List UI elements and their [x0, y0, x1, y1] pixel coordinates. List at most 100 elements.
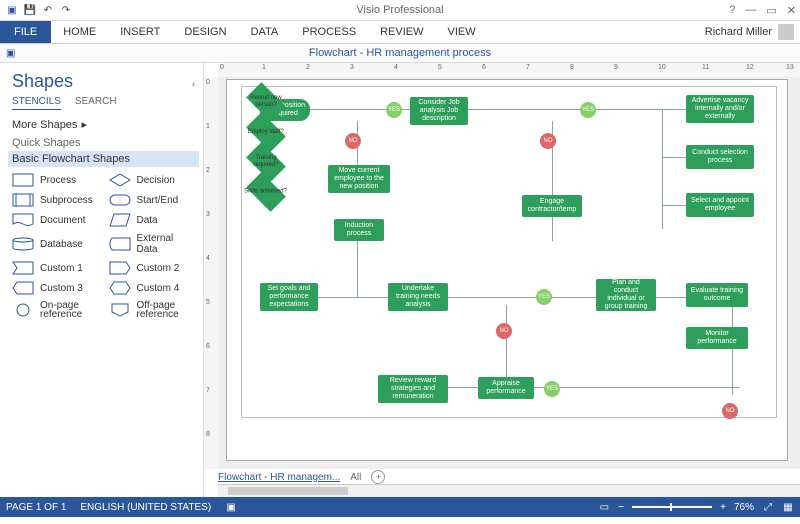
drawing-page[interactable]: New position required Recruit new person… [226, 79, 788, 461]
main: Shapes ‹ STENCILS SEARCH More Shapes ▸ Q… [0, 63, 800, 497]
node-plan-conduct[interactable]: Plan and conduct individual or group tra… [596, 279, 656, 311]
ruler-tick: 8 [570, 64, 574, 71]
tab-process[interactable]: PROCESS [290, 21, 368, 43]
zoom-out-button[interactable]: − [618, 502, 624, 513]
save-button[interactable]: 💾 [22, 2, 38, 18]
node-conduct-selection[interactable]: Conduct selection process [686, 145, 754, 169]
shape-data[interactable]: Data [109, 213, 196, 227]
status-left: PAGE 1 OF 1 ENGLISH (UNITED STATES) ▣ [6, 501, 237, 513]
shape-document[interactable]: Document [12, 213, 99, 227]
ruler-tick: 6 [206, 343, 210, 350]
shape-external-data[interactable]: External Data [109, 233, 196, 255]
shape-decision[interactable]: Decision [109, 173, 196, 187]
node-induction[interactable]: Induction process [334, 219, 384, 241]
ruler-tick: 6 [482, 64, 486, 71]
connector [732, 305, 733, 395]
node-move-employee[interactable]: Move current employee to the new positio… [328, 165, 390, 193]
tab-insert[interactable]: INSERT [108, 21, 172, 43]
page-tab-all[interactable]: All [350, 472, 361, 483]
presentation-mode-icon[interactable]: ▭ [598, 501, 610, 513]
quick-shapes-heading[interactable]: Quick Shapes [12, 137, 195, 149]
tab-search[interactable]: SEARCH [75, 96, 117, 110]
shapes-panel: Shapes ‹ STENCILS SEARCH More Shapes ▸ Q… [0, 63, 204, 497]
horizontal-scrollbar[interactable] [218, 484, 800, 497]
page-indicator[interactable]: PAGE 1 OF 1 [6, 502, 66, 513]
quick-access-toolbar: ▣ 💾 ↶ ↷ [0, 2, 74, 18]
shape-subprocess[interactable]: Subprocess [12, 193, 99, 207]
canvas-area: 0 1 2 3 4 5 6 7 8 9 10 11 12 13 0 1 2 3 … [204, 63, 800, 497]
zoom-in-button[interactable]: + [720, 502, 726, 513]
avatar [778, 24, 794, 40]
minimize-button[interactable]: — [745, 4, 756, 17]
ruler-tick: 3 [350, 64, 354, 71]
badge-yes: YES [544, 381, 560, 397]
node-monitor[interactable]: Monitor performance [686, 327, 748, 349]
node-evaluate-training[interactable]: Evaluate training outcome [686, 283, 748, 307]
document-header: ▣ Flowchart - HR management process [0, 44, 800, 63]
tab-stencils[interactable]: STENCILS [12, 96, 61, 110]
redo-button[interactable]: ↷ [58, 2, 74, 18]
connector [410, 387, 740, 388]
node-training-decision[interactable]: Training required? [242, 147, 290, 177]
more-shapes-link[interactable]: More Shapes ▸ [12, 118, 195, 131]
close-button[interactable]: ✕ [787, 4, 796, 17]
shape-start-end[interactable]: Start/End [109, 193, 196, 207]
custom2-icon [109, 261, 131, 275]
help-button[interactable]: ? [729, 4, 735, 17]
user-area[interactable]: Richard Miller [705, 24, 794, 40]
fit-page-icon[interactable]: ⤢ [762, 501, 774, 513]
custom4-icon [109, 281, 131, 295]
shape-custom2[interactable]: Custom 2 [109, 261, 196, 275]
node-consider[interactable]: Consider Job analysis Job description [410, 97, 468, 125]
shape-custom3[interactable]: Custom 3 [12, 281, 99, 295]
tab-review[interactable]: REVIEW [368, 21, 435, 43]
node-select-appoint[interactable]: Select and appoint employee [686, 193, 754, 217]
tab-home[interactable]: HOME [51, 21, 108, 43]
node-skills-decision[interactable]: Skills achieved? [242, 177, 290, 207]
node-undertake[interactable]: Undertake training needs analysis [388, 283, 448, 311]
canvas[interactable]: New position required Recruit new person… [218, 77, 800, 469]
onpage-ref-icon [12, 303, 34, 317]
scrollbar-thumb[interactable] [228, 487, 348, 495]
tab-data[interactable]: DATA [239, 21, 291, 43]
node-review-reward[interactable]: Review reward strategies and remuneratio… [378, 375, 448, 403]
page-tab-active[interactable]: Flowchart - HR managem... [218, 472, 340, 483]
shape-database[interactable]: Database [12, 233, 99, 255]
language-indicator[interactable]: ENGLISH (UNITED STATES) [80, 502, 211, 513]
shape-onpage-ref[interactable]: On-page reference [12, 301, 99, 319]
add-page-button[interactable]: + [371, 470, 385, 484]
shape-grid: Process Decision Subprocess Start/End Do… [12, 173, 195, 319]
tab-view[interactable]: VIEW [435, 21, 487, 43]
custom1-icon [12, 261, 34, 275]
pan-zoom-icon[interactable]: ▦ [782, 501, 794, 513]
drawing-frame: New position required Recruit new person… [241, 86, 777, 418]
basic-flowchart-stencil[interactable]: Basic Flowchart Shapes [8, 151, 199, 167]
node-advertise[interactable]: Advertise vacancy internally and/or exte… [686, 95, 754, 123]
document-icon [12, 213, 34, 227]
terminator-icon [109, 193, 131, 207]
node-appraise[interactable]: Appraise performance [478, 377, 534, 399]
shape-process[interactable]: Process [12, 173, 99, 187]
connector [304, 109, 664, 110]
database-icon [12, 237, 34, 251]
ribbon: FILE HOME INSERT DESIGN DATA PROCESS REV… [0, 21, 800, 44]
ruler-tick: 12 [746, 64, 754, 71]
tab-file[interactable]: FILE [0, 21, 51, 43]
more-shapes-label: More Shapes [12, 119, 77, 131]
shape-custom4[interactable]: Custom 4 [109, 281, 196, 295]
tab-design[interactable]: DESIGN [172, 21, 238, 43]
node-engage[interactable]: Engage contractor/temp [522, 195, 582, 217]
node-employ-decision[interactable]: Employ staff? [242, 117, 290, 147]
shape-label: Document [40, 215, 86, 226]
zoom-level[interactable]: 76% [734, 502, 754, 513]
collapse-panel-button[interactable]: ‹ [192, 79, 195, 89]
shape-label: On-page reference [40, 301, 99, 319]
zoom-slider[interactable] [632, 506, 712, 508]
shape-custom1[interactable]: Custom 1 [12, 261, 99, 275]
shapes-panel-tabs: STENCILS SEARCH [12, 96, 195, 110]
undo-button[interactable]: ↶ [40, 2, 56, 18]
shape-offpage-ref[interactable]: Off-page reference [109, 301, 196, 319]
node-set-goals[interactable]: Set goals and performance expectations [260, 283, 318, 311]
restore-button[interactable]: ▭ [766, 4, 776, 17]
macro-record-icon[interactable]: ▣ [225, 501, 237, 513]
